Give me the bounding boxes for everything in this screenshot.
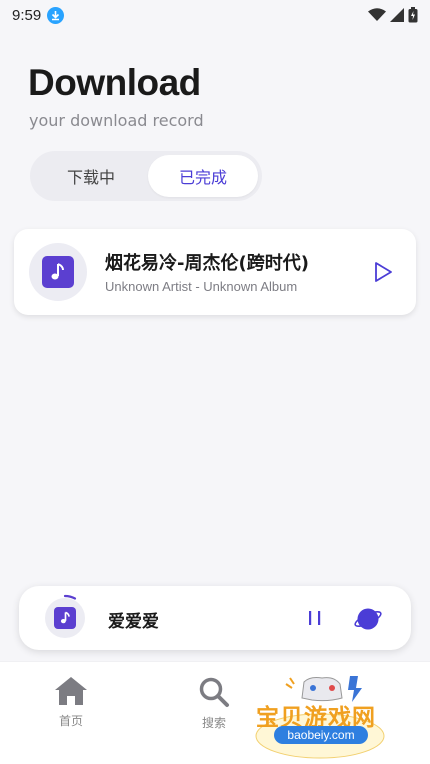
nav-label-search: 搜索 [201,716,226,730]
watermark-url: baobeiy.com [274,726,368,744]
status-icons [368,7,418,23]
planet-icon[interactable] [353,604,383,634]
song-title: 烟花易冷-周杰伦(跨时代) [105,253,309,274]
music-note-icon [60,611,70,624]
download-list-item[interactable]: 烟花易冷-周杰伦(跨时代) Unknown Artist - Unknown A… [14,229,416,315]
nav-label-home: 首页 [58,714,83,728]
now-playing-title: 爱爱爱 [108,612,159,632]
status-bar: 9:59 [0,0,430,30]
mini-player-cover [41,594,89,642]
play-icon[interactable] [372,261,394,283]
nav-item-home[interactable]: 首页 [41,676,101,729]
wifi-icon [368,8,386,21]
status-time: 9:59 [12,6,42,24]
tab-completed[interactable]: 已完成 [148,155,258,197]
song-artist-album: Unknown Artist - Unknown Album [105,279,298,294]
page-title: Download [28,62,201,103]
tab-downloading[interactable]: 下载中 [34,155,148,197]
search-icon [199,677,229,707]
download-notification-icon [47,6,65,24]
download-tabs: 下载中 已完成 [30,151,262,201]
home-icon [55,677,87,705]
nav-item-search[interactable]: 搜索 [184,676,244,731]
mini-player[interactable]: 爱爱爱 [19,586,411,650]
signal-icon [390,8,404,22]
song-cover [29,243,87,301]
page-subtitle: your download record [29,111,204,130]
watermark-logo: 宝贝游戏网 baobeiy.com [252,668,402,760]
battery-icon [408,7,418,23]
music-note-icon [51,263,64,280]
pause-icon[interactable] [305,608,325,628]
